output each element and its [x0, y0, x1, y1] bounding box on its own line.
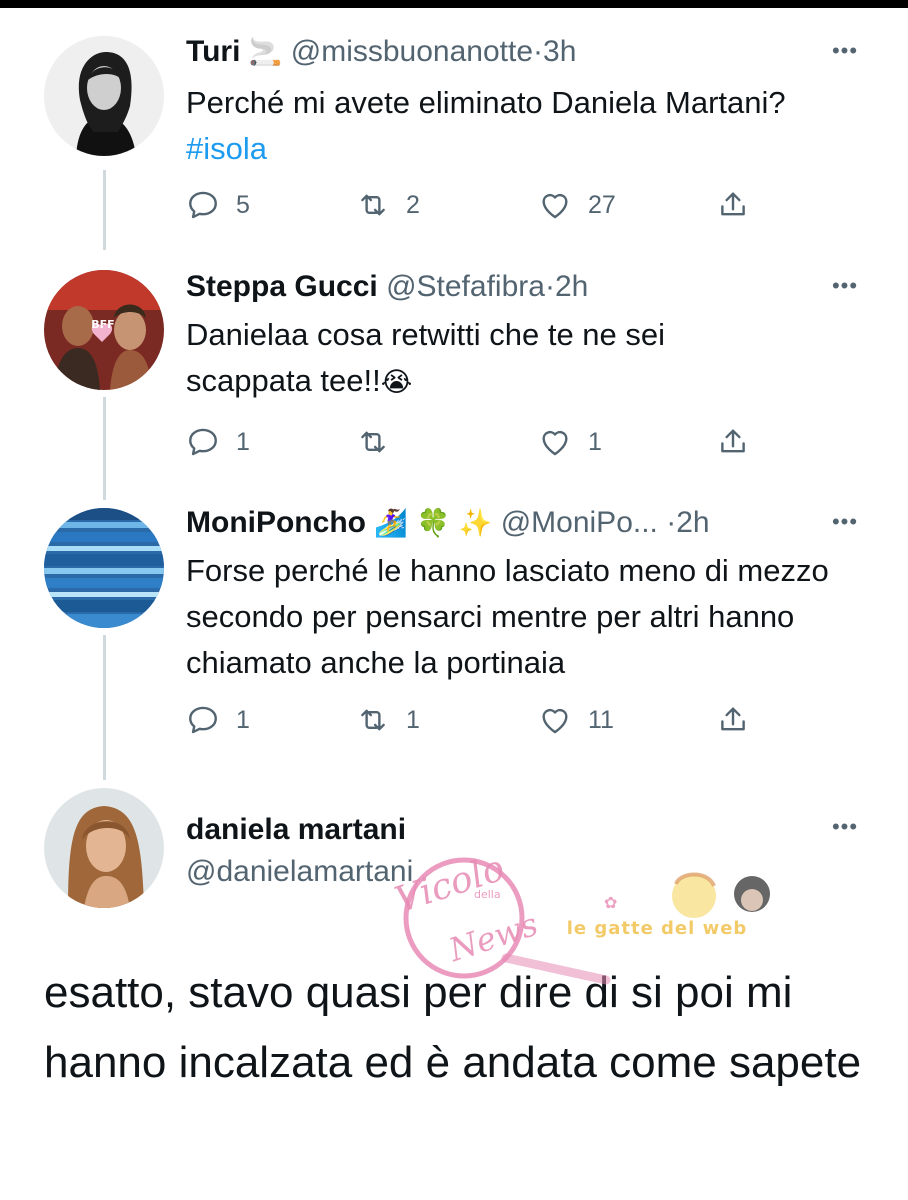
more-options-icon[interactable]: •••	[828, 505, 862, 545]
reply-button[interactable]: 1	[186, 422, 250, 462]
like-button[interactable]: 27	[538, 185, 616, 225]
like-count: 11	[588, 705, 614, 734]
tweet-header: Turi 🚬 @missbuonanotte·3h	[186, 32, 868, 72]
share-icon	[716, 425, 750, 459]
reply-icon	[186, 703, 220, 737]
tweet-turi[interactable]: Turi 🚬 @missbuonanotte·3h ••• Perché mi …	[0, 0, 908, 250]
main-tweet-text: esatto, stavo quasi per dire di si poi m…	[44, 968, 862, 1087]
heart-icon	[538, 425, 572, 459]
like-button[interactable]: 11	[538, 700, 614, 740]
reply-icon	[186, 425, 220, 459]
username-handle[interactable]: @danielamartani	[186, 855, 413, 888]
share-button[interactable]	[716, 700, 750, 740]
tweet-text: Forse perché le hanno lasciato meno di m…	[186, 553, 829, 680]
name-emojis: 🏄‍♀️ 🍀 ✨	[374, 508, 493, 539]
avatar-steppa-gucci[interactable]: BFF	[44, 270, 164, 390]
avatar-moniponcho[interactable]	[44, 508, 164, 628]
display-name[interactable]: Turi	[186, 35, 240, 68]
username-handle[interactable]: @missbuonanotte	[291, 35, 533, 68]
name-emoji: 🚬	[248, 37, 283, 68]
hashtag-link[interactable]: #isola	[186, 126, 858, 172]
retweet-icon	[356, 425, 390, 459]
timestamp[interactable]: 2h	[555, 270, 588, 303]
retweet-count: 2	[406, 190, 420, 219]
reply-count: 5	[236, 190, 250, 219]
timestamp[interactable]: 2h	[676, 506, 709, 539]
display-name[interactable]: daniela martani	[186, 813, 406, 846]
display-name[interactable]: MoniPoncho	[186, 506, 366, 539]
main-tweet-name: daniela martani	[186, 810, 868, 850]
more-options-icon[interactable]: •••	[828, 810, 862, 850]
tweet-text-line-2: scappata tee!!	[186, 363, 381, 398]
tweet-moniponcho[interactable]: MoniPoncho 🏄‍♀️ 🍀 ✨ @MoniPo... ·2h ••• F…	[0, 500, 908, 780]
share-icon	[716, 703, 750, 737]
tweet-steppa-gucci[interactable]: BFF Steppa Gucci @Stefafibra·2h ••• Dani…	[0, 250, 908, 500]
timestamp[interactable]: 3h	[543, 35, 576, 68]
crying-emoji: 😭	[380, 367, 413, 398]
thread-connector	[103, 170, 106, 250]
tweet-text: Perché mi avete eliminato Daniela Martan…	[186, 80, 858, 172]
share-icon	[716, 188, 750, 222]
thread-connector	[103, 635, 106, 780]
reply-button[interactable]: 5	[186, 185, 250, 225]
username-handle[interactable]: @Stefafibra	[386, 270, 545, 303]
thread-connector	[103, 397, 106, 500]
main-tweet-handle: @danielamartani	[186, 852, 868, 892]
tweet-text-body: Perché mi avete eliminato Daniela Martan…	[186, 85, 786, 120]
retweet-icon	[356, 703, 390, 737]
avatar-daniela-martani[interactable]	[44, 788, 164, 908]
share-button[interactable]	[716, 422, 750, 462]
reply-button[interactable]: 1	[186, 700, 250, 740]
share-button[interactable]	[716, 185, 750, 225]
tweet-actions: 5 2 27	[186, 185, 766, 225]
reply-count: 1	[236, 705, 250, 734]
tweet-header: Steppa Gucci @Stefafibra·2h	[186, 267, 868, 307]
separator-dot: ·	[533, 35, 544, 68]
like-count: 1	[588, 427, 602, 456]
tweet-text: Danielaa cosa retwitti che te ne sei sca…	[186, 312, 858, 406]
retweet-count: 1	[406, 705, 420, 734]
more-options-icon[interactable]: •••	[828, 269, 862, 309]
separator-dot: ·	[544, 270, 555, 303]
reply-count: 1	[236, 427, 250, 456]
retweet-button[interactable]: 1	[356, 700, 420, 740]
tweet-actions: 1 1 11	[186, 700, 766, 740]
reply-icon	[186, 188, 220, 222]
more-options-icon[interactable]: •••	[828, 34, 862, 74]
retweet-button[interactable]	[356, 422, 406, 462]
display-name[interactable]: Steppa Gucci	[186, 270, 378, 303]
username-handle[interactable]: @MoniPo...	[501, 506, 658, 539]
retweet-button[interactable]: 2	[356, 185, 420, 225]
bff-badge: BFF	[91, 318, 115, 331]
like-count: 27	[588, 190, 616, 219]
heart-icon	[538, 703, 572, 737]
retweet-icon	[356, 188, 390, 222]
separator-dot: ·	[666, 506, 677, 539]
avatar-turi[interactable]	[44, 36, 164, 156]
tweet-text-line-1: Danielaa cosa retwitti che te ne sei	[186, 317, 666, 352]
like-button[interactable]: 1	[538, 422, 602, 462]
tweet-actions: 1 1	[186, 422, 766, 462]
heart-icon	[538, 188, 572, 222]
tweet-header: MoniPoncho 🏄‍♀️ 🍀 ✨ @MoniPo... ·2h	[186, 503, 868, 543]
